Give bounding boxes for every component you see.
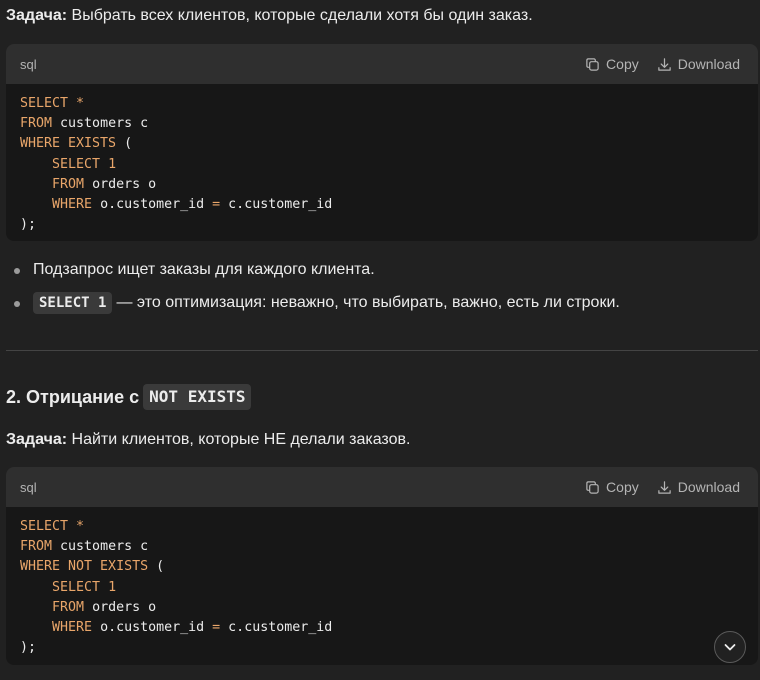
task-1-label: Задача: xyxy=(6,7,68,24)
code-line: ); xyxy=(20,215,744,235)
list-item: Подзапрос ищет заказы для каждого клиент… xyxy=(14,258,620,282)
code-keyword: = xyxy=(212,197,221,213)
code-keyword: WHERE NOT EXISTS xyxy=(20,559,149,575)
code-language-label: sql xyxy=(20,479,37,495)
code-token: customers c xyxy=(52,116,149,132)
chat-page: Задача: Выбрать всех клиентов, которые с… xyxy=(0,0,760,680)
section-heading: 2. Отрицание с NOT EXISTS xyxy=(6,384,255,410)
download-icon xyxy=(658,480,671,494)
copy-button[interactable]: Copy xyxy=(585,479,639,495)
code-keyword: SELECT * xyxy=(20,96,85,111)
code-token: ( xyxy=(116,136,133,152)
code-line: FROM customers c xyxy=(20,114,744,134)
code-token: orders o xyxy=(84,599,157,615)
code-actions: Copy Download xyxy=(585,479,740,495)
copy-button[interactable]: Copy xyxy=(585,56,639,72)
copy-label: Copy xyxy=(606,479,639,495)
code-keyword: WHERE xyxy=(52,197,93,213)
code-line: SELECT 1 xyxy=(20,155,744,175)
download-icon xyxy=(658,57,671,71)
code-token: orders o xyxy=(84,176,157,192)
chevron-down-icon xyxy=(724,644,736,651)
code-keyword: SELECT 1 xyxy=(52,579,117,595)
section-divider xyxy=(6,350,758,351)
code-block-header: sql Copy Download xyxy=(6,44,758,84)
code-line: WHERE EXISTS ( xyxy=(20,134,744,154)
code-token: o.customer_id xyxy=(92,620,213,636)
code-token: ); xyxy=(20,217,37,233)
code-token: o.customer_id xyxy=(92,197,213,213)
code-line: SELECT * xyxy=(20,517,744,537)
code-line: WHERE o.customer_id = c.customer_id xyxy=(20,618,744,638)
code-body: SELECT * FROM customers c WHERE NOT EXISTS… xyxy=(6,507,758,665)
inline-code-select-1: SELECT 1 xyxy=(33,292,113,314)
code-line: FROM orders o xyxy=(20,175,744,195)
copy-icon xyxy=(586,57,599,71)
download-button[interactable]: Download xyxy=(657,56,740,72)
code-line: FROM customers c xyxy=(20,537,744,557)
code-token: ); xyxy=(20,640,37,656)
code-keyword: SELECT 1 xyxy=(52,156,117,172)
code-line: SELECT 1 xyxy=(20,578,744,598)
bullet-list: Подзапрос ищет заказы для каждого клиент… xyxy=(14,258,620,315)
code-token: c.customer_id xyxy=(220,197,333,213)
task-2-paragraph: Задача: Найти клиентов, которые НЕ делал… xyxy=(6,428,410,452)
task-2-text: Найти клиентов, которые НЕ делали заказо… xyxy=(67,431,411,448)
copy-icon xyxy=(586,480,599,494)
heading-inline-code: NOT EXISTS xyxy=(143,384,252,410)
code-keyword: FROM xyxy=(52,176,85,192)
code-body: SELECT * FROM customers c WHERE EXISTS ( S… xyxy=(6,84,758,241)
code-keyword: FROM xyxy=(52,599,85,615)
code-line: SELECT * xyxy=(20,94,744,114)
bullet-text-2: — это оптимизация: неважно, что выбирать… xyxy=(116,294,620,311)
list-item: SELECT 1— это оптимизация: неважно, что … xyxy=(14,291,620,315)
code-token: c.customer_id xyxy=(220,620,333,636)
code-keyword: FROM xyxy=(20,539,53,555)
task-1-text: Выбрать всех клиентов, которые сделали х… xyxy=(67,7,533,24)
code-line: WHERE o.customer_id = c.customer_id xyxy=(20,195,744,215)
download-button[interactable]: Download xyxy=(657,479,740,495)
code-actions: Copy Download xyxy=(585,56,740,72)
task-2-label: Задача: xyxy=(6,431,68,448)
code-line: FROM orders o xyxy=(20,598,744,618)
task-1-paragraph: Задача: Выбрать всех клиентов, которые с… xyxy=(6,4,533,28)
code-block-2: sql Copy Download SELECT * FROM customer… xyxy=(6,467,758,665)
download-label: Download xyxy=(677,479,740,495)
heading-text: 2. Отрицание с xyxy=(6,386,140,407)
code-line: WHERE NOT EXISTS ( xyxy=(20,557,744,577)
code-token: ( xyxy=(148,559,165,575)
code-keyword: WHERE EXISTS xyxy=(20,136,117,152)
download-label: Download xyxy=(677,56,740,72)
bullet-text-1: Подзапрос ищет заказы для каждого клиент… xyxy=(33,261,375,278)
code-block-1: sql Copy Download SELECT * FROM customer… xyxy=(6,44,758,241)
code-keyword: WHERE xyxy=(52,620,93,636)
code-line: ); xyxy=(20,638,744,658)
code-language-label: sql xyxy=(20,56,37,72)
code-keyword: = xyxy=(212,620,221,636)
code-block-header: sql Copy Download xyxy=(6,467,758,507)
code-keyword: FROM xyxy=(20,116,53,132)
copy-label: Copy xyxy=(606,56,639,72)
scroll-down-button[interactable] xyxy=(714,631,746,663)
code-keyword: SELECT * xyxy=(20,519,85,534)
code-token: customers c xyxy=(52,539,149,555)
